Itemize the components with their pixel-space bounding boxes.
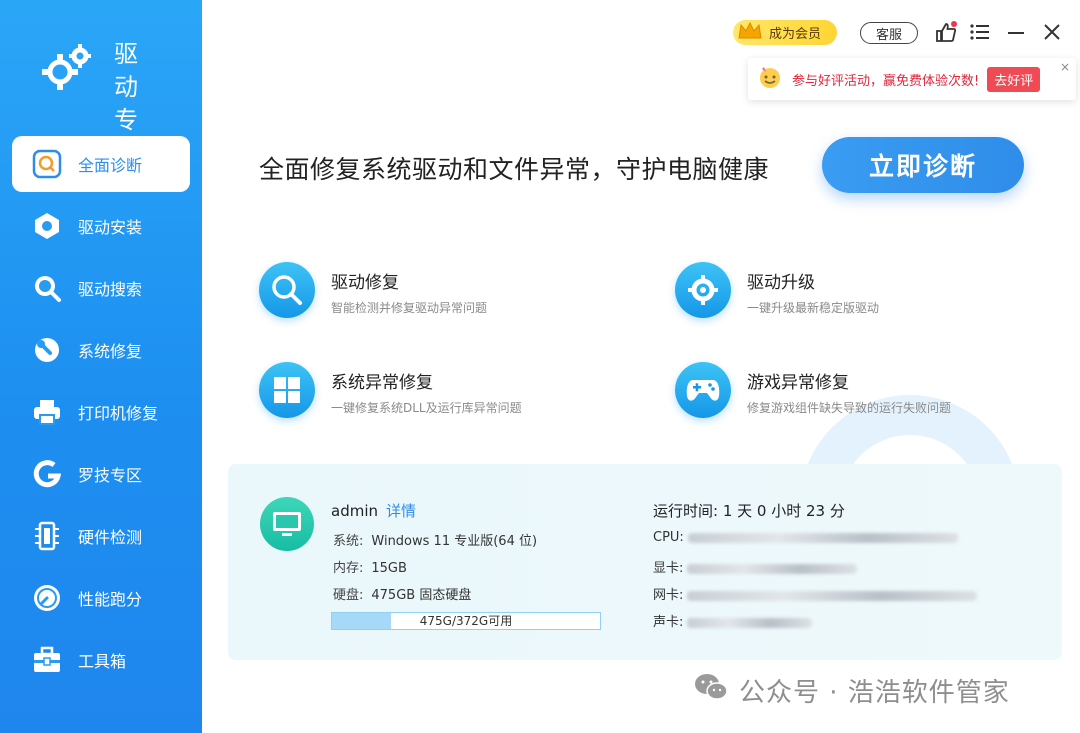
username: admin bbox=[331, 502, 378, 520]
diagnose-now-button[interactable]: 立即诊断 bbox=[822, 137, 1024, 193]
sidebar-item-label: 全面诊断 bbox=[78, 156, 143, 175]
become-member-label: 成为会员 bbox=[769, 27, 822, 42]
audio-value-redacted bbox=[687, 617, 813, 628]
sidebar-item-label: 驱动安装 bbox=[78, 218, 143, 237]
details-link[interactable]: 详情 bbox=[386, 502, 416, 520]
monitor-icon bbox=[260, 497, 314, 551]
os-value: Windows 11 专业版(64 位) bbox=[371, 534, 538, 549]
audio-row: 声卡: bbox=[653, 611, 813, 630]
feature-system-repair[interactable]: 系统异常修复 一键修复系统DLL及运行库异常问题 bbox=[259, 362, 522, 418]
search-icon bbox=[30, 147, 64, 181]
user-line: admin 详情 bbox=[331, 500, 416, 521]
gauge-icon bbox=[30, 581, 64, 615]
close-icon[interactable] bbox=[1040, 20, 1064, 44]
chip-icon bbox=[30, 519, 64, 553]
app-logo: 驱动 专家 bbox=[38, 38, 138, 167]
sidebar-item-label: 工具箱 bbox=[78, 652, 127, 671]
sidebar-item-label: 硬件检测 bbox=[78, 528, 143, 547]
network-row: 网卡: bbox=[653, 584, 978, 603]
sidebar-item-full-diagnosis[interactable]: 全面诊断 bbox=[12, 136, 190, 192]
printer-icon bbox=[30, 395, 64, 429]
gpu-value-redacted bbox=[687, 563, 858, 574]
gamepad-icon bbox=[675, 362, 731, 418]
disk-value: 475GB 固态硬盘 bbox=[371, 588, 472, 603]
disk-row: 硬盘: 475GB 固态硬盘 bbox=[333, 584, 471, 603]
app-title-line1: 驱动 bbox=[114, 40, 142, 101]
become-member-button[interactable]: 成为会员 bbox=[733, 20, 837, 45]
promo-text: 参与好评活动，赢免费体验次数! bbox=[792, 73, 980, 89]
feature-title: 驱动升级 bbox=[747, 273, 815, 293]
gear-icon bbox=[675, 262, 731, 318]
feature-driver-repair[interactable]: 驱动修复 智能检测并修复驱动异常问题 bbox=[259, 262, 487, 318]
sidebar-item-benchmark[interactable]: 性能跑分 bbox=[12, 570, 190, 626]
feature-title: 驱动修复 bbox=[331, 273, 399, 293]
cpu-label: CPU: bbox=[653, 530, 684, 545]
sidebar-item-label: 性能跑分 bbox=[78, 590, 143, 609]
page-headline: 全面修复系统驱动和文件异常，守护电脑健康 bbox=[259, 155, 770, 184]
watermark: 公众号 · 浩浩软件管家 bbox=[693, 672, 1010, 709]
minimize-icon[interactable] bbox=[1004, 20, 1028, 44]
hexagon-icon bbox=[30, 209, 64, 243]
uptime-value: 1 天 0 小时 23 分 bbox=[722, 502, 845, 520]
uptime-row: 运行时间: 1 天 0 小时 23 分 bbox=[653, 500, 845, 521]
sidebar-item-driver-search[interactable]: 驱动搜索 bbox=[12, 260, 190, 316]
sidebar-item-printer-repair[interactable]: 打印机修复 bbox=[12, 384, 190, 440]
memory-value: 15GB bbox=[371, 561, 407, 576]
feature-title: 系统异常修复 bbox=[331, 373, 433, 393]
uptime-label: 运行时间: bbox=[653, 502, 719, 520]
review-promo-banner: 参与好评活动，赢免费体验次数! 去好评 × bbox=[748, 58, 1076, 100]
feature-desc: 一键升级最新稳定版驱动 bbox=[747, 301, 880, 315]
customer-service-button[interactable]: 客服 bbox=[860, 22, 918, 44]
sidebar-item-system-repair[interactable]: 系统修复 bbox=[12, 322, 190, 378]
cpu-value-redacted bbox=[687, 532, 958, 543]
feature-driver-upgrade[interactable]: 驱动升级 一键升级最新稳定版驱动 bbox=[675, 262, 879, 318]
magnifier-icon bbox=[30, 271, 64, 305]
logitech-icon bbox=[30, 457, 64, 491]
crown-icon bbox=[737, 20, 763, 46]
sidebar-item-driver-install[interactable]: 驱动安装 bbox=[12, 198, 190, 254]
sidebar-item-toolbox[interactable]: 工具箱 bbox=[12, 632, 190, 688]
os-label: 系统: bbox=[333, 534, 364, 549]
memory-label: 内存: bbox=[333, 561, 364, 576]
sidebar-item-label: 罗技专区 bbox=[78, 466, 143, 485]
go-review-button[interactable]: 去好评 bbox=[987, 66, 1041, 92]
network-label: 网卡: bbox=[653, 588, 684, 603]
smiley-icon bbox=[756, 65, 784, 93]
sidebar-item-logitech[interactable]: 罗技专区 bbox=[12, 446, 190, 502]
menu-icon[interactable] bbox=[968, 20, 992, 44]
sidebar-item-label: 系统修复 bbox=[78, 342, 143, 361]
toolbox-icon bbox=[30, 643, 64, 677]
feature-desc: 智能检测并修复驱动异常问题 bbox=[331, 301, 488, 315]
windows-icon bbox=[259, 362, 315, 418]
cpu-row: CPU: bbox=[653, 530, 958, 545]
network-value-redacted bbox=[687, 590, 978, 601]
promo-close-icon[interactable]: × bbox=[1060, 60, 1070, 74]
sidebar: 驱动 专家 全面诊断 驱动安装 驱动搜索 系统修复 打印机修复 bbox=[0, 0, 202, 733]
magnifier-icon bbox=[259, 262, 315, 318]
os-row: 系统: Windows 11 专业版(64 位) bbox=[333, 530, 537, 549]
sidebar-item-label: 驱动搜索 bbox=[78, 280, 143, 299]
gpu-label: 显卡: bbox=[653, 561, 684, 576]
wrench-icon bbox=[30, 333, 64, 367]
audio-label: 声卡: bbox=[653, 615, 684, 630]
gear-logo-icon bbox=[42, 44, 91, 90]
sidebar-item-label: 打印机修复 bbox=[78, 404, 159, 423]
feature-game-repair[interactable]: 游戏异常修复 修复游戏组件缺失导致的运行失败问题 bbox=[675, 362, 951, 418]
memory-row: 内存: 15GB bbox=[333, 557, 407, 576]
gpu-row: 显卡: bbox=[653, 557, 858, 576]
disk-usage-bar: 475G/372G可用 bbox=[331, 612, 601, 630]
disk-usage-text: 475G/372G可用 bbox=[419, 614, 513, 628]
disk-label: 硬盘: bbox=[333, 588, 364, 603]
watermark-text: 公众号 · 浩浩软件管家 bbox=[739, 678, 1010, 708]
sidebar-item-hardware-check[interactable]: 硬件检测 bbox=[12, 508, 190, 564]
feature-desc: 修复游戏组件缺失导致的运行失败问题 bbox=[747, 401, 952, 415]
wechat-icon bbox=[693, 672, 729, 709]
feature-title: 游戏异常修复 bbox=[747, 373, 849, 393]
thumbs-up-icon[interactable] bbox=[934, 20, 958, 44]
feature-desc: 一键修复系统DLL及运行库异常问题 bbox=[331, 401, 522, 415]
